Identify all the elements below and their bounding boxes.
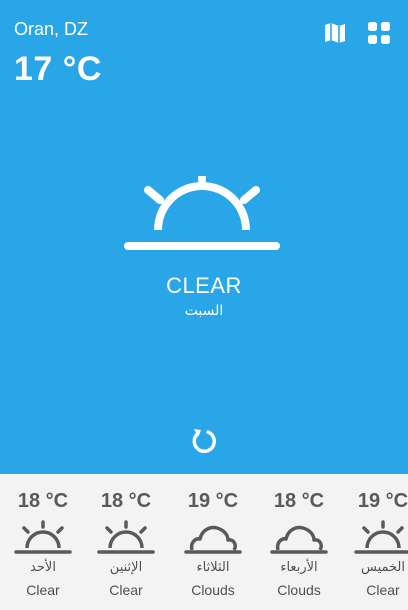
refresh-icon[interactable]: [190, 427, 218, 455]
forecast-day-4[interactable]: 19 °C الخميس Clear: [340, 474, 408, 610]
current-temperature: 17 °C: [14, 50, 102, 88]
forecast-temp: 18 °C: [273, 490, 325, 512]
sun-icon: [97, 520, 155, 554]
forecast-temp: 18 °C: [17, 490, 69, 512]
forecast-temp: 19 °C: [357, 490, 408, 512]
forecast-condition: Clouds: [191, 582, 235, 598]
cloud-icon: [270, 525, 328, 554]
forecast-condition: Clear: [366, 582, 400, 598]
grid-icon[interactable]: [366, 20, 392, 46]
current-day: السبت: [184, 303, 224, 319]
current-weather-panel: Oran, DZ 17 °C CLEAR السبت: [0, 0, 408, 474]
forecast-condition: Clear: [26, 582, 60, 598]
forecast-condition: Clear: [109, 582, 143, 598]
current-condition: CLEAR: [166, 273, 242, 298]
forecast-day-1[interactable]: 18 °C الإثنين Clear: [83, 474, 169, 610]
sun-icon: [354, 520, 408, 554]
sun-icon: [14, 520, 72, 554]
forecast-day-0[interactable]: 18 °C الأحد Clear: [0, 474, 86, 610]
map-icon[interactable]: [322, 20, 348, 46]
forecast-day-3[interactable]: 18 °C الأربعاء Clouds: [256, 474, 342, 610]
location-label: Oran, DZ: [14, 19, 89, 39]
forecast-condition: Clouds: [277, 582, 321, 598]
forecast-temp: 19 °C: [187, 490, 239, 512]
sunrise-icon: [124, 176, 280, 250]
cloud-icon: [184, 525, 242, 554]
forecast-day-name: الأربعاء: [280, 560, 318, 575]
forecast-day-2[interactable]: 19 °C الثلاثاء Clouds: [170, 474, 256, 610]
forecast-temp: 18 °C: [100, 490, 152, 512]
forecast-day-name: الأحد: [30, 560, 56, 575]
forecast-strip[interactable]: 18 °C الأحد Clear 18 °C الإثنين Clear 19…: [0, 474, 408, 610]
forecast-day-name: الخميس: [361, 560, 405, 575]
forecast-day-name: الإثنين: [109, 560, 143, 575]
forecast-day-name: الثلاثاء: [196, 560, 230, 575]
